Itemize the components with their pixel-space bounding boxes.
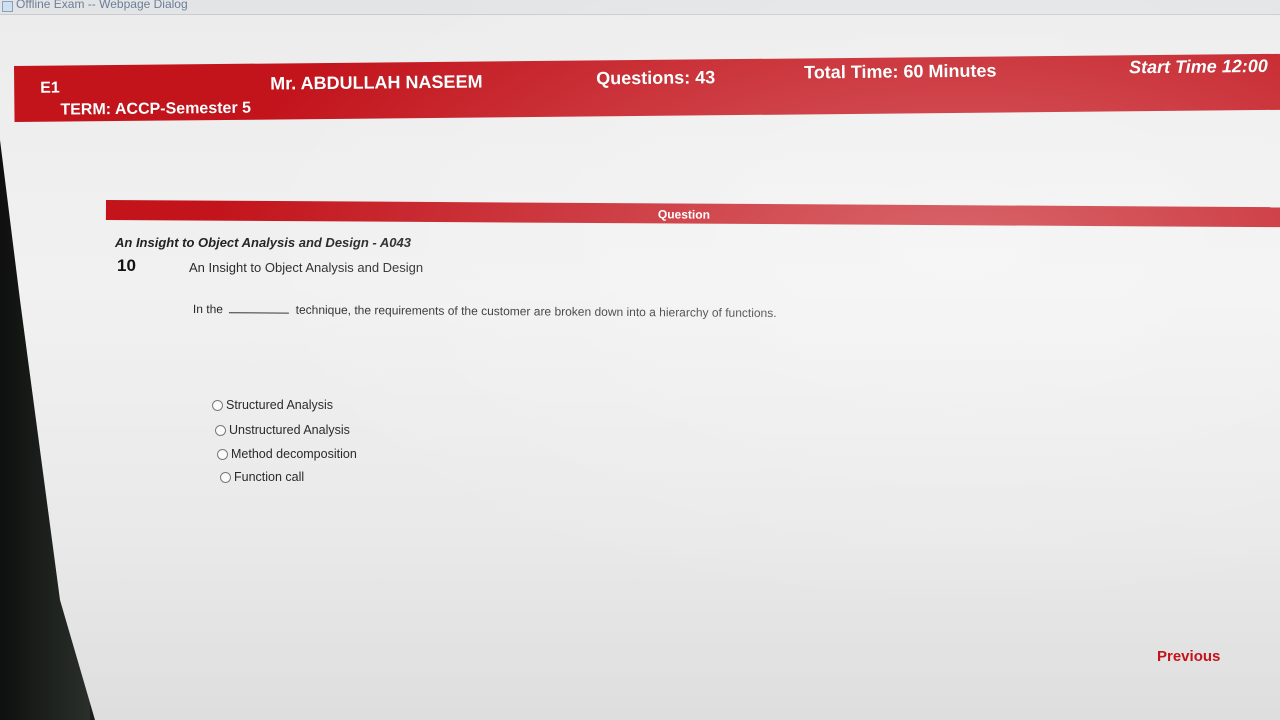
exam-header: E1 TERM: ACCP-Semester 5 Mr. ABDULLAH NA… [14, 53, 1280, 122]
exam-code: E1 [40, 79, 60, 97]
option-unstructured-analysis[interactable]: Unstructured Analysis [215, 423, 350, 437]
page-icon [2, 1, 13, 12]
start-time: Start Time 12:00 [1128, 55, 1268, 78]
term-label: TERM: ACCP-Semester 5 [60, 99, 252, 119]
question-count: Questions: 43 [596, 67, 716, 89]
total-time: Total Time: 60 Minutes [804, 60, 997, 83]
option-label: Method decomposition [231, 447, 357, 461]
previous-button[interactable]: Previous [1157, 648, 1220, 665]
exam-screen: Offline Exam -- Webpage Dialog E1 TERM: … [0, 0, 1280, 720]
window-titlebar: Offline Exam -- Webpage Dialog [0, 0, 1280, 15]
subject-code: An Insight to Object Analysis and Design… [115, 235, 411, 250]
question-text: In the technique, the requirements of th… [193, 302, 777, 320]
option-label: Function call [234, 470, 305, 484]
question-subject: An Insight to Object Analysis and Design [189, 260, 424, 275]
radio-button[interactable] [220, 471, 231, 483]
radio-button[interactable] [215, 424, 226, 436]
question-text-after: technique, the requirements of the custo… [295, 302, 777, 321]
teacher-name: Mr. ABDULLAH NASEEM [270, 71, 483, 94]
window-title: Offline Exam -- Webpage Dialog [16, 0, 188, 11]
question-bar-label: Question [657, 207, 710, 222]
option-method-decomposition[interactable]: Method decomposition [217, 447, 357, 461]
question-number: 10 [117, 256, 136, 275]
radio-button[interactable] [212, 399, 223, 411]
question-bar: Question [105, 200, 1280, 228]
question-text-before: In the [192, 302, 224, 317]
answer-blank [229, 312, 290, 314]
option-label: Structured Analysis [226, 398, 333, 412]
option-function-call[interactable]: Function call [220, 470, 304, 484]
radio-button[interactable] [217, 448, 228, 460]
option-label: Unstructured Analysis [229, 423, 350, 437]
option-structured-analysis[interactable]: Structured Analysis [212, 398, 333, 412]
